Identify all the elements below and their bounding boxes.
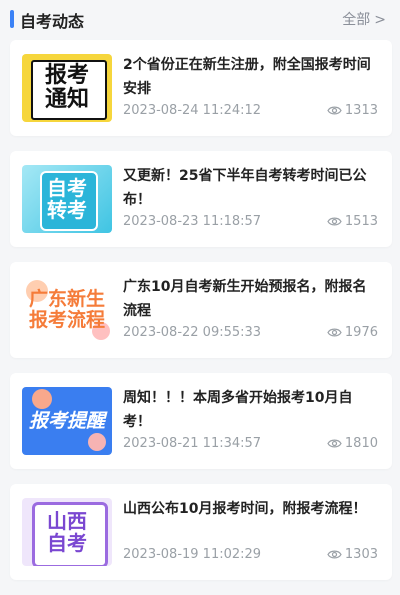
eye-icon [327, 550, 342, 559]
news-thumbnail: 山西 自考 [22, 498, 112, 566]
news-item[interactable]: 报考 通知 2个省份正在新生注册，附全国报考时间安排 2023-08-24 11… [10, 40, 392, 136]
eye-icon [327, 106, 342, 115]
news-title: 2个省份正在新生注册，附全国报考时间安排 [123, 57, 371, 97]
view-all-label: 全部 [342, 12, 371, 28]
news-list: 报考 通知 2个省份正在新生注册，附全国报考时间安排 2023-08-24 11… [10, 40, 392, 595]
view-count: 1303 [327, 547, 378, 562]
chevron-right-icon: > [374, 12, 386, 28]
news-title: 又更新！25省下半年自考转考时间已公布！ [123, 168, 367, 208]
thumbnail-text: 自考 [47, 176, 87, 200]
eye-icon [327, 328, 342, 337]
view-count-value: 1810 [344, 436, 378, 451]
news-thumbnail: 自考 转考 [22, 165, 112, 233]
view-count: 1313 [327, 103, 378, 118]
news-item[interactable]: 自考 转考 又更新！25省下半年自考转考时间已公布！ 2023-08-23 11… [10, 151, 392, 247]
view-count-value: 1513 [344, 214, 378, 229]
view-count-value: 1303 [344, 547, 378, 562]
eye-icon [327, 439, 342, 448]
view-all-link[interactable]: 全部 > [342, 9, 386, 29]
section-header: 自考动态 全部 > [0, 0, 400, 38]
section-title: 自考动态 [20, 12, 85, 31]
view-count-value: 1976 [344, 325, 378, 340]
news-item[interactable]: 广东新生 报考流程 广东10月自考新生开始预报名，附报名流程 2023-08-2… [10, 262, 392, 358]
eye-icon [327, 217, 342, 226]
thumbnail-text: 通知 [44, 87, 89, 112]
news-title: 周知！！！本周多省开始报考10月自考！ [123, 390, 353, 430]
view-count-value: 1313 [344, 103, 378, 118]
news-item[interactable]: 山西 自考 山西公布10月报考时间，附报考流程！ 2023-08-19 11:0… [10, 484, 392, 580]
view-count: 1810 [327, 436, 378, 451]
view-count: 1976 [327, 325, 378, 340]
news-date: 2023-08-19 11:02:29 [123, 547, 262, 562]
thumbnail-text: 报考流程 [28, 309, 105, 331]
thumbnail-text: 山西 [47, 509, 87, 533]
view-count: 1513 [327, 214, 378, 229]
thumbnail-text: 自考 [47, 531, 87, 555]
news-thumbnail: 广东新生 报考流程 [22, 276, 112, 344]
news-date: 2023-08-21 11:34:57 [123, 436, 262, 451]
news-thumbnail: 报考提醒 [22, 387, 112, 455]
news-thumbnail: 报考 通知 [22, 54, 112, 122]
section-accent-bar [10, 10, 14, 28]
news-date: 2023-08-24 11:24:12 [123, 103, 262, 118]
news-item[interactable]: 报考提醒 周知！！！本周多省开始报考10月自考！ 2023-08-21 11:3… [10, 373, 392, 469]
thumbnail-text: 转考 [47, 198, 87, 222]
news-title: 广东10月自考新生开始预报名，附报名流程 [123, 279, 367, 319]
thumbnail-text: 报考 [44, 62, 89, 88]
news-date: 2023-08-23 11:18:57 [123, 214, 262, 229]
thumbnail-text: 报考提醒 [28, 409, 105, 432]
thumbnail-text: 广东新生 [28, 288, 105, 311]
news-date: 2023-08-22 09:55:33 [123, 325, 262, 340]
news-title: 山西公布10月报考时间，附报考流程！ [123, 501, 367, 517]
